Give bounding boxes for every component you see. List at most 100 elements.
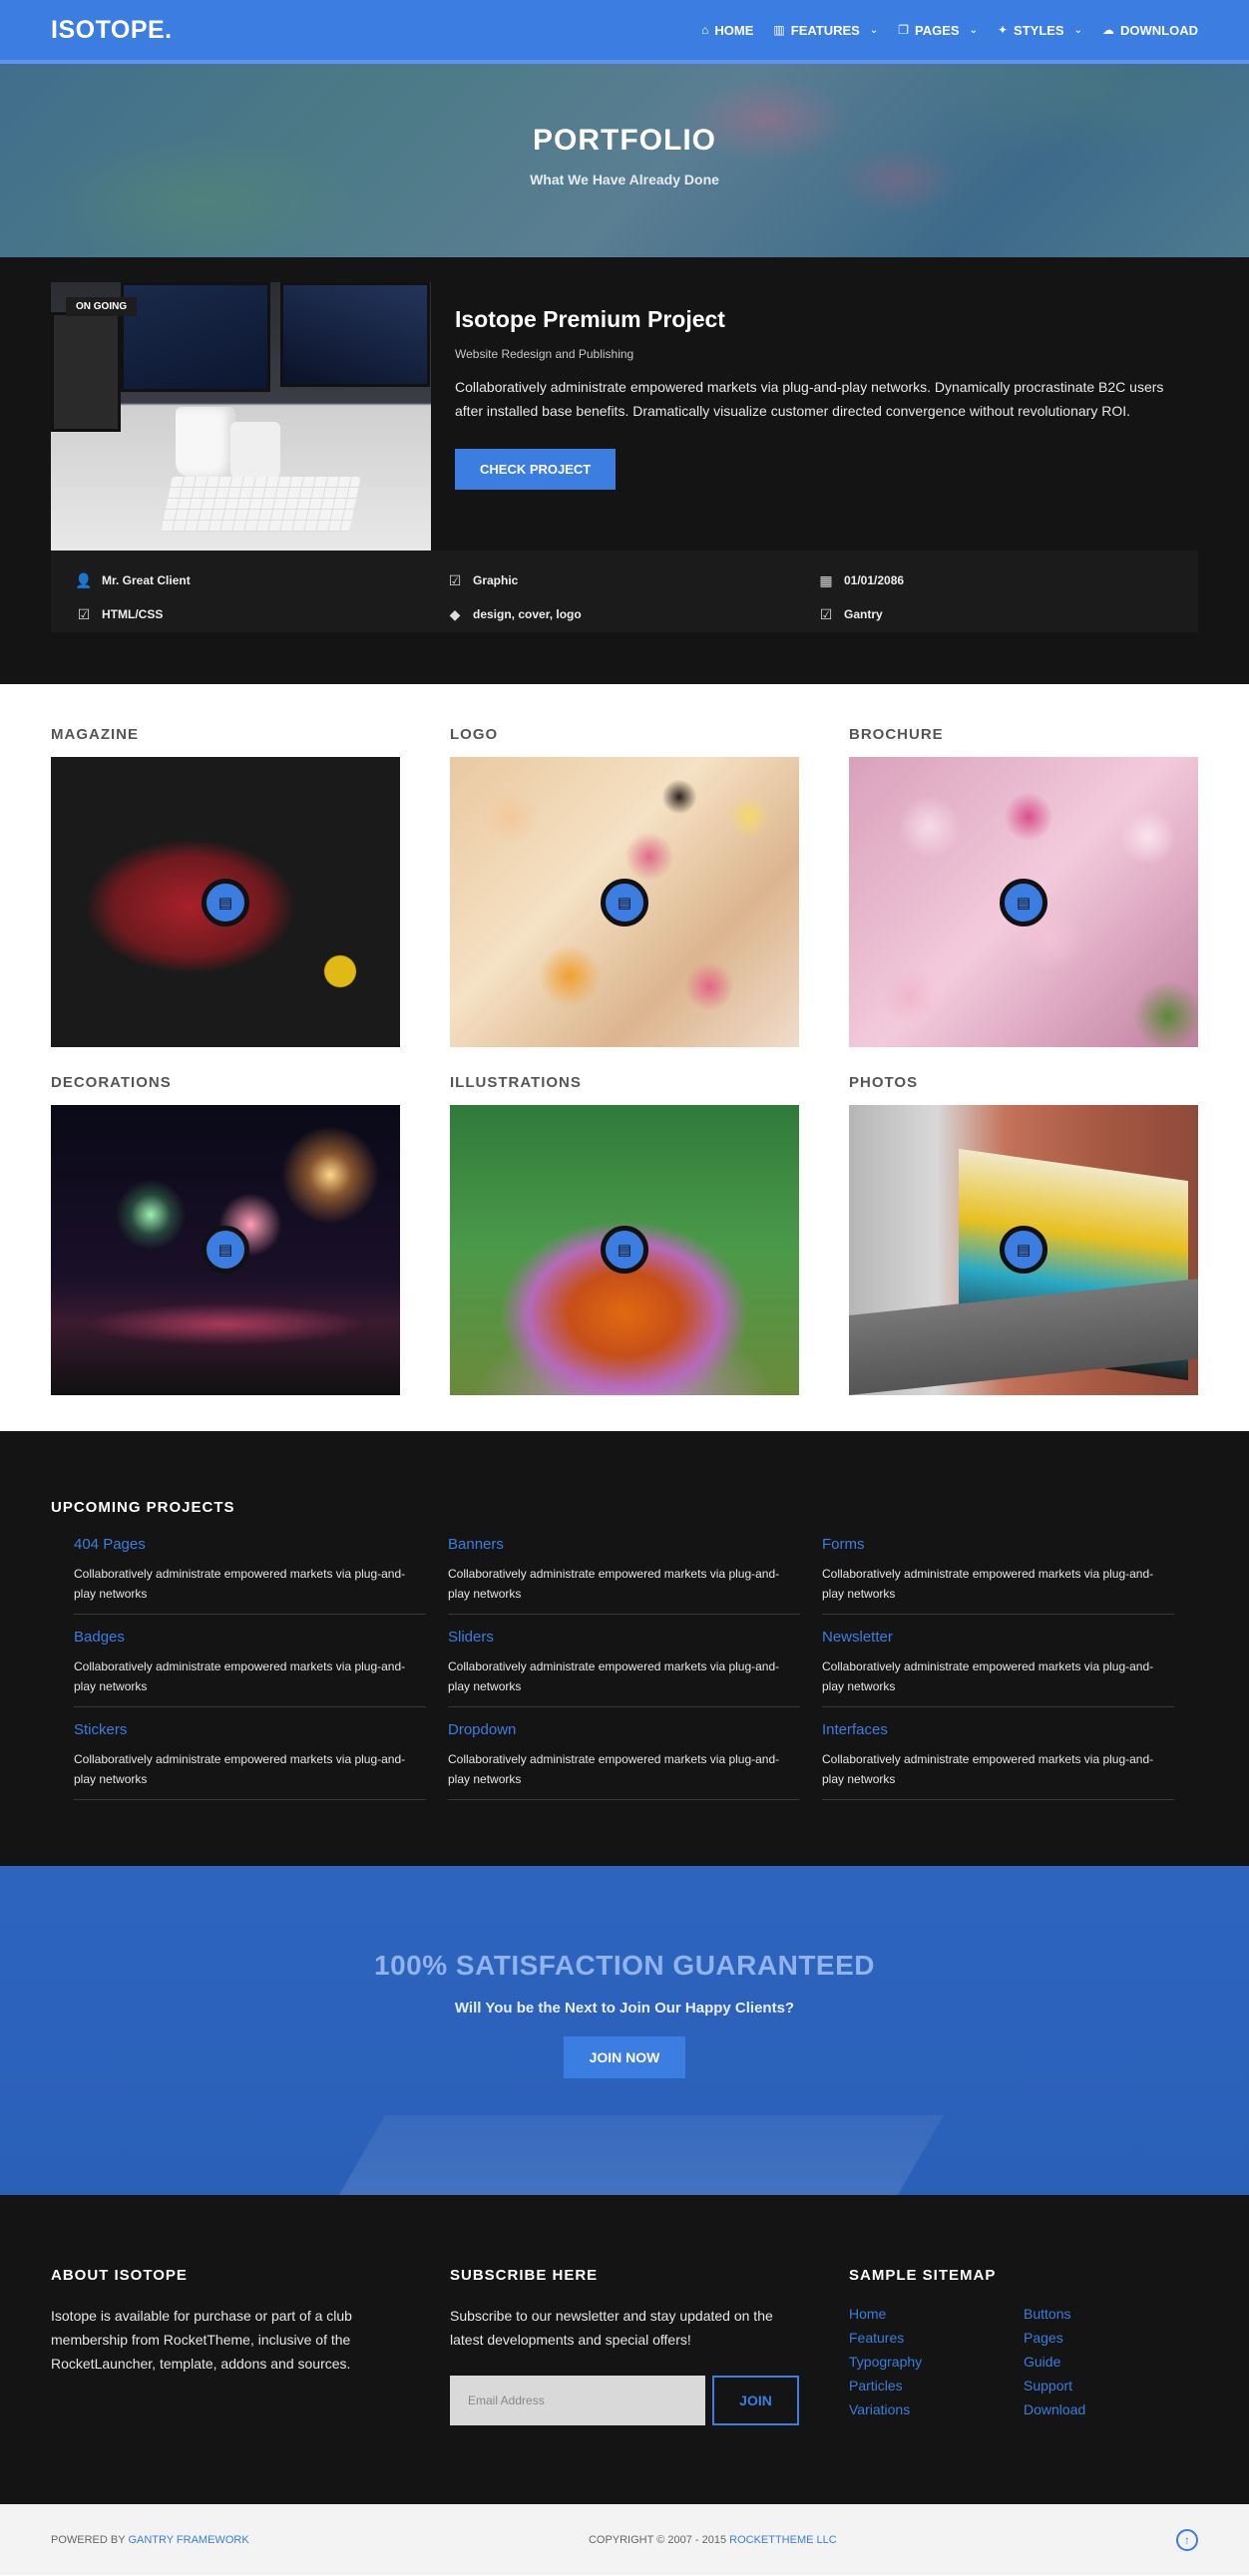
- upcoming-desc: Collaboratively administrate empowered m…: [822, 1659, 1154, 1693]
- sitemap-link[interactable]: Support: [1024, 2376, 1198, 2395]
- portfolio-grid: MAGAZINE ▤ LOGO ▤ BROCHURE ▤ DECORATIONS…: [0, 684, 1249, 1431]
- footer: ABOUT ISOTOPE Isotope is available for p…: [0, 2195, 1249, 2504]
- top-navbar: ISOTOPE. ⌂ HOME ▥ FEATURES ⌄ ❐ PAGES ⌄ ✦ STYLES ⌄ ☁…: [0, 0, 1249, 64]
- upcoming-title: UPCOMING PROJECTS: [51, 1499, 235, 1516]
- upcoming-link[interactable]: 404 Pages: [74, 1536, 146, 1553]
- meta-item: ☑ HTML/CSS: [76, 606, 447, 622]
- meta-label: 01/01/2086: [844, 573, 905, 587]
- portfolio-category: DECORATIONS: [51, 1073, 172, 1091]
- sitemap-link[interactable]: Features: [849, 2328, 1024, 2348]
- subscribe-title: SUBSCRIBE HERE: [450, 2267, 599, 2284]
- upcoming-link[interactable]: Sliders: [448, 1629, 494, 1646]
- meta-item: ☑ Gantry: [818, 606, 1173, 622]
- nav-item-features[interactable]: ▥ FEATURES ⌄: [773, 23, 878, 38]
- sitemap-link[interactable]: Download: [1024, 2399, 1198, 2419]
- satisfaction-subtitle: Will You be the Next to Join Our Happy C…: [454, 2000, 795, 2017]
- document-icon[interactable]: ▤: [202, 878, 249, 926]
- meta-item: ◆ design, cover, logo: [447, 606, 818, 622]
- upcoming-desc: Collaboratively administrate empowered m…: [448, 1752, 780, 1786]
- upcoming-link[interactable]: Forms: [822, 1536, 865, 1553]
- list-item: Stickers Collaboratively administrate emp…: [74, 1721, 426, 1800]
- sitemap-title: SAMPLE SITEMAP: [849, 2267, 997, 2284]
- project-meta: 👤 Mr. Great Client ☑ Graphic ▦ 01/01/2086 ☑ HTM…: [51, 551, 1198, 632]
- about-text: Isotope is available for purchase or par…: [51, 2308, 352, 2372]
- upcoming-link[interactable]: Interfaces: [822, 1721, 888, 1738]
- check-project-button[interactable]: CHECK PROJECT: [455, 449, 617, 490]
- sitemap-link[interactable]: Variations: [849, 2399, 1024, 2419]
- sitemap-link[interactable]: Typography: [849, 2352, 1024, 2372]
- nav-label: HOME: [714, 22, 754, 38]
- email-field[interactable]: Email Address: [450, 2376, 705, 2425]
- list-item: 404 Pages Collaboratively administrate em…: [74, 1536, 426, 1615]
- document-icon[interactable]: ▤: [601, 1226, 648, 1274]
- document-icon[interactable]: ▤: [1000, 1226, 1047, 1274]
- portfolio-category: ILLUSTRATIONS: [450, 1073, 582, 1091]
- nav-item-styles[interactable]: ✦ STYLES ⌄: [998, 23, 1082, 38]
- portfolio-image[interactable]: ▤: [450, 1104, 799, 1395]
- sitemap-link[interactable]: Home: [849, 2304, 1024, 2324]
- upcoming-desc: Collaboratively administrate empowered m…: [448, 1659, 780, 1693]
- sitemap-link[interactable]: Pages: [1024, 2328, 1198, 2348]
- subscribe-join-button[interactable]: JOIN: [712, 2376, 799, 2425]
- list-item: Dropdown Collaboratively administrate emp…: [448, 1721, 800, 1800]
- list-item: Newsletter Collaboratively administrate e…: [822, 1629, 1174, 1707]
- portfolio-image[interactable]: ▤: [450, 757, 799, 1047]
- nav-label: DOWNLOAD: [1120, 22, 1198, 38]
- meta-label: Mr. Great Client: [102, 573, 191, 587]
- featured-title: Isotope Premium Project: [455, 306, 725, 332]
- gantry-link[interactable]: GANTRY FRAMEWORK: [128, 2534, 248, 2546]
- chevron-down-icon: ⌄: [969, 24, 978, 36]
- sitemap-link[interactable]: Buttons: [1024, 2304, 1198, 2324]
- checkbox-icon: ☑: [819, 605, 833, 622]
- featured-project-image[interactable]: ON GOING: [51, 282, 431, 551]
- chevron-down-icon: ⌄: [869, 24, 879, 36]
- bar-chart-icon: ▥: [773, 23, 785, 37]
- header-banner: ISOTOPE. ⌂ HOME ▥ FEATURES ⌄ ❐ PAGES ⌄ ✦ STYLES ⌄ ☁…: [0, 0, 1249, 257]
- nav-item-pages[interactable]: ❐ PAGES ⌄: [898, 23, 978, 38]
- upcoming-projects: UPCOMING PROJECTS 404 Pages Collaborative…: [0, 1431, 1249, 1866]
- list-item: Banners Collaboratively administrate empo…: [448, 1536, 800, 1615]
- upcoming-link[interactable]: Banners: [448, 1536, 504, 1553]
- checkbox-icon: ☑: [77, 605, 91, 622]
- portfolio-category: LOGO: [450, 726, 499, 743]
- portfolio-image[interactable]: ▤: [51, 1104, 400, 1395]
- meta-label: HTML/CSS: [102, 607, 164, 621]
- copyright-text: COPYRIGHT © 2007 - 2015 ROCKETTHEME LLC: [589, 2534, 837, 2546]
- portfolio-image[interactable]: ▤: [849, 757, 1198, 1047]
- pages-icon: ❐: [898, 23, 910, 37]
- portfolio-item: LOGO ▤: [450, 726, 799, 1058]
- portfolio-image[interactable]: ▤: [51, 757, 400, 1047]
- rockettheme-link[interactable]: ROCKETTHEME LLC: [729, 2534, 837, 2546]
- checkbox-icon: ☑: [448, 571, 462, 588]
- portfolio-image[interactable]: ▤: [849, 1104, 1198, 1395]
- page-title: PORTFOLIO: [533, 124, 716, 157]
- meta-item: ☑ Graphic: [447, 572, 818, 588]
- portfolio-item: BROCHURE ▤: [849, 726, 1198, 1058]
- home-icon: ⌂: [701, 23, 709, 37]
- site-logo[interactable]: ISOTOPE.: [51, 16, 173, 45]
- portfolio-category: BROCHURE: [849, 726, 944, 743]
- sitemap-link[interactable]: Particles: [849, 2376, 1024, 2395]
- download-cloud-icon: ☁: [1102, 23, 1114, 37]
- upcoming-desc: Collaboratively administrate empowered m…: [448, 1567, 780, 1601]
- back-to-top-icon[interactable]: ↑: [1175, 2528, 1198, 2551]
- nav-item-home[interactable]: ⌂ HOME: [701, 23, 753, 38]
- upcoming-link[interactable]: Newsletter: [822, 1629, 893, 1646]
- upcoming-link[interactable]: Stickers: [74, 1721, 127, 1738]
- document-icon[interactable]: ▤: [202, 1226, 249, 1274]
- upcoming-link[interactable]: Dropdown: [448, 1721, 516, 1738]
- copyright-bar: POWERED BY GANTRY FRAMEWORK COPYRIGHT © …: [0, 2504, 1249, 2575]
- nav-item-download[interactable]: ☁ DOWNLOAD: [1102, 23, 1198, 38]
- sitemap-column: SAMPLE SITEMAP Home Buttons Features Pages T…: [849, 2267, 1198, 2504]
- sitemap-link[interactable]: Guide: [1024, 2352, 1198, 2372]
- join-now-button[interactable]: JOIN NOW: [563, 2036, 686, 2078]
- nav-label: PAGES: [915, 22, 960, 38]
- meta-label: design, cover, logo: [473, 607, 582, 621]
- portfolio-item: MAGAZINE ▤: [51, 726, 400, 1058]
- upcoming-desc: Collaboratively administrate empowered m…: [822, 1567, 1154, 1601]
- upcoming-link[interactable]: Badges: [74, 1629, 125, 1646]
- page-subtitle: What We Have Already Done: [530, 172, 719, 187]
- styles-icon: ✦: [997, 23, 1009, 37]
- document-icon[interactable]: ▤: [601, 878, 648, 926]
- document-icon[interactable]: ▤: [1000, 878, 1047, 926]
